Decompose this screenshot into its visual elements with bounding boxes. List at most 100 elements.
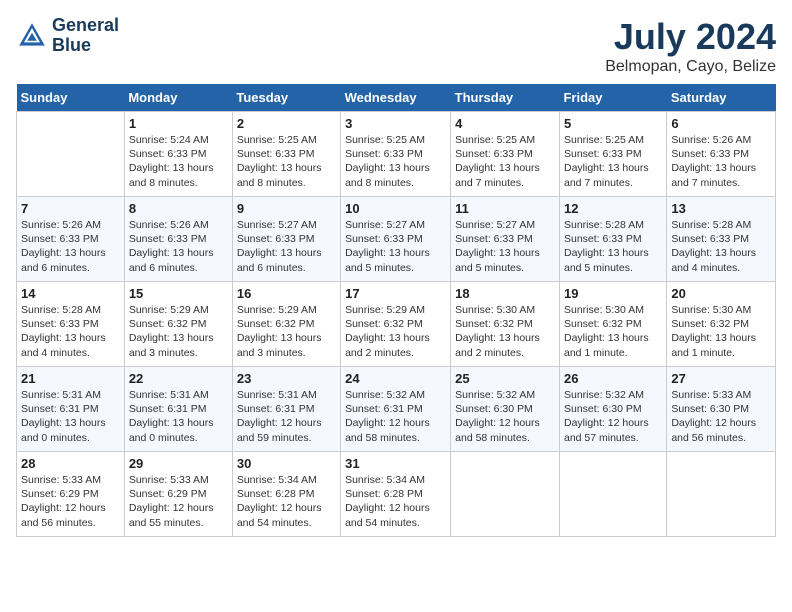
day-info: Sunrise: 5:24 AM Sunset: 6:33 PM Dayligh…: [129, 133, 228, 190]
day-info: Sunrise: 5:29 AM Sunset: 6:32 PM Dayligh…: [345, 303, 446, 360]
day-info: Sunrise: 5:31 AM Sunset: 6:31 PM Dayligh…: [21, 388, 120, 445]
header-row: Sunday Monday Tuesday Wednesday Thursday…: [17, 84, 776, 112]
day-number: 16: [237, 286, 336, 301]
calendar-cell: 18 Sunrise: 5:30 AM Sunset: 6:32 PM Dayli…: [451, 282, 560, 367]
day-number: 9: [237, 201, 336, 216]
calendar-cell: 25 Sunrise: 5:32 AM Sunset: 6:30 PM Dayli…: [451, 367, 560, 452]
header-thursday: Thursday: [451, 84, 560, 112]
day-number: 14: [21, 286, 120, 301]
day-info: Sunrise: 5:25 AM Sunset: 6:33 PM Dayligh…: [345, 133, 446, 190]
calendar-table: Sunday Monday Tuesday Wednesday Thursday…: [16, 84, 776, 537]
page-header: General Blue July 2024 Belmopan, Cayo, B…: [16, 16, 776, 76]
day-number: 10: [345, 201, 446, 216]
day-info: Sunrise: 5:27 AM Sunset: 6:33 PM Dayligh…: [237, 218, 336, 275]
calendar-cell: 12Sunrise: 5:28 AM Sunset: 6:33 PM Dayli…: [559, 197, 666, 282]
location-subtitle: Belmopan, Cayo, Belize: [605, 58, 776, 76]
calendar-cell: 28Sunrise: 5:33 AM Sunset: 6:29 PM Dayli…: [17, 452, 125, 537]
day-info: Sunrise: 5:31 AM Sunset: 6:31 PM Dayligh…: [237, 388, 336, 445]
calendar-cell: 8 Sunrise: 5:26 AM Sunset: 6:33 PM Daylig…: [124, 197, 232, 282]
day-info: Sunrise: 5:25 AM Sunset: 6:33 PM Dayligh…: [237, 133, 336, 190]
calendar-cell: 7 Sunrise: 5:26 AM Sunset: 6:33 PM Daylig…: [17, 197, 125, 282]
day-number: 4: [455, 116, 555, 131]
calendar-cell: [17, 112, 125, 197]
day-number: 15: [129, 286, 228, 301]
day-info: Sunrise: 5:30 AM Sunset: 6:32 PM Dayligh…: [671, 303, 771, 360]
day-number: 3: [345, 116, 446, 131]
day-number: 23: [237, 371, 336, 386]
day-info: Sunrise: 5:29 AM Sunset: 6:32 PM Dayligh…: [237, 303, 336, 360]
day-number: 25: [455, 371, 555, 386]
header-friday: Friday: [559, 84, 666, 112]
day-number: 18: [455, 286, 555, 301]
day-number: 11: [455, 201, 555, 216]
calendar-cell: 22Sunrise: 5:31 AM Sunset: 6:31 PM Dayli…: [124, 367, 232, 452]
day-info: Sunrise: 5:33 AM Sunset: 6:29 PM Dayligh…: [129, 473, 228, 530]
calendar-cell: 20 Sunrise: 5:30 AM Sunset: 6:32 PM Dayli…: [667, 282, 776, 367]
calendar-cell: 11Sunrise: 5:27 AM Sunset: 6:33 PM Dayli…: [451, 197, 560, 282]
day-number: 6: [671, 116, 771, 131]
day-number: 21: [21, 371, 120, 386]
header-sunday: Sunday: [17, 84, 125, 112]
calendar-body: 1 Sunrise: 5:24 AM Sunset: 6:33 PM Daylig…: [17, 112, 776, 537]
day-info: Sunrise: 5:28 AM Sunset: 6:33 PM Dayligh…: [671, 218, 771, 275]
day-number: 7: [21, 201, 120, 216]
logo-icon: [16, 20, 48, 52]
calendar-week-3: 14 Sunrise: 5:28 AM Sunset: 6:33 PM Dayli…: [17, 282, 776, 367]
month-year-title: July 2024: [605, 16, 776, 58]
day-info: Sunrise: 5:30 AM Sunset: 6:32 PM Dayligh…: [564, 303, 662, 360]
day-info: Sunrise: 5:25 AM Sunset: 6:33 PM Dayligh…: [455, 133, 555, 190]
calendar-cell: 27Sunrise: 5:33 AM Sunset: 6:30 PM Dayli…: [667, 367, 776, 452]
calendar-cell: 29 Sunrise: 5:33 AM Sunset: 6:29 PM Dayli…: [124, 452, 232, 537]
header-saturday: Saturday: [667, 84, 776, 112]
logo-text: General Blue: [52, 16, 119, 56]
header-wednesday: Wednesday: [341, 84, 451, 112]
calendar-cell: 5 Sunrise: 5:25 AM Sunset: 6:33 PM Daylig…: [559, 112, 666, 197]
calendar-cell: 1 Sunrise: 5:24 AM Sunset: 6:33 PM Daylig…: [124, 112, 232, 197]
calendar-cell: 24 Sunrise: 5:32 AM Sunset: 6:31 PM Dayli…: [341, 367, 451, 452]
calendar-cell: 19 Sunrise: 5:30 AM Sunset: 6:32 PM Dayli…: [559, 282, 666, 367]
day-info: Sunrise: 5:26 AM Sunset: 6:33 PM Dayligh…: [129, 218, 228, 275]
day-number: 26: [564, 371, 662, 386]
day-info: Sunrise: 5:26 AM Sunset: 6:33 PM Dayligh…: [671, 133, 771, 190]
logo-line2: Blue: [52, 35, 91, 55]
calendar-cell: 16 Sunrise: 5:29 AM Sunset: 6:32 PM Dayli…: [232, 282, 340, 367]
day-number: 1: [129, 116, 228, 131]
calendar-cell: 31Sunrise: 5:34 AM Sunset: 6:28 PM Dayli…: [341, 452, 451, 537]
title-section: July 2024 Belmopan, Cayo, Belize: [605, 16, 776, 76]
day-info: Sunrise: 5:27 AM Sunset: 6:33 PM Dayligh…: [345, 218, 446, 275]
day-info: Sunrise: 5:32 AM Sunset: 6:30 PM Dayligh…: [455, 388, 555, 445]
calendar-cell: 9 Sunrise: 5:27 AM Sunset: 6:33 PM Daylig…: [232, 197, 340, 282]
logo: General Blue: [16, 16, 119, 56]
header-tuesday: Tuesday: [232, 84, 340, 112]
day-info: Sunrise: 5:32 AM Sunset: 6:31 PM Dayligh…: [345, 388, 446, 445]
day-info: Sunrise: 5:28 AM Sunset: 6:33 PM Dayligh…: [564, 218, 662, 275]
calendar-cell: [667, 452, 776, 537]
calendar-cell: 21 Sunrise: 5:31 AM Sunset: 6:31 PM Dayli…: [17, 367, 125, 452]
day-number: 27: [671, 371, 771, 386]
day-info: Sunrise: 5:26 AM Sunset: 6:33 PM Dayligh…: [21, 218, 120, 275]
calendar-cell: 13 Sunrise: 5:28 AM Sunset: 6:33 PM Dayli…: [667, 197, 776, 282]
day-number: 20: [671, 286, 771, 301]
day-info: Sunrise: 5:32 AM Sunset: 6:30 PM Dayligh…: [564, 388, 662, 445]
calendar-cell: [559, 452, 666, 537]
day-info: Sunrise: 5:29 AM Sunset: 6:32 PM Dayligh…: [129, 303, 228, 360]
calendar-cell: 6 Sunrise: 5:26 AM Sunset: 6:33 PM Daylig…: [667, 112, 776, 197]
day-info: Sunrise: 5:34 AM Sunset: 6:28 PM Dayligh…: [237, 473, 336, 530]
day-number: 31: [345, 456, 446, 471]
day-number: 22: [129, 371, 228, 386]
calendar-cell: 10 Sunrise: 5:27 AM Sunset: 6:33 PM Dayli…: [341, 197, 451, 282]
day-number: 19: [564, 286, 662, 301]
calendar-cell: 14 Sunrise: 5:28 AM Sunset: 6:33 PM Dayli…: [17, 282, 125, 367]
day-number: 5: [564, 116, 662, 131]
day-number: 13: [671, 201, 771, 216]
day-number: 30: [237, 456, 336, 471]
day-number: 24: [345, 371, 446, 386]
day-info: Sunrise: 5:33 AM Sunset: 6:29 PM Dayligh…: [21, 473, 120, 530]
day-info: Sunrise: 5:28 AM Sunset: 6:33 PM Dayligh…: [21, 303, 120, 360]
day-number: 8: [129, 201, 228, 216]
day-number: 29: [129, 456, 228, 471]
day-info: Sunrise: 5:25 AM Sunset: 6:33 PM Dayligh…: [564, 133, 662, 190]
calendar-cell: 3 Sunrise: 5:25 AM Sunset: 6:33 PM Daylig…: [341, 112, 451, 197]
day-info: Sunrise: 5:30 AM Sunset: 6:32 PM Dayligh…: [455, 303, 555, 360]
calendar-week-2: 7 Sunrise: 5:26 AM Sunset: 6:33 PM Daylig…: [17, 197, 776, 282]
